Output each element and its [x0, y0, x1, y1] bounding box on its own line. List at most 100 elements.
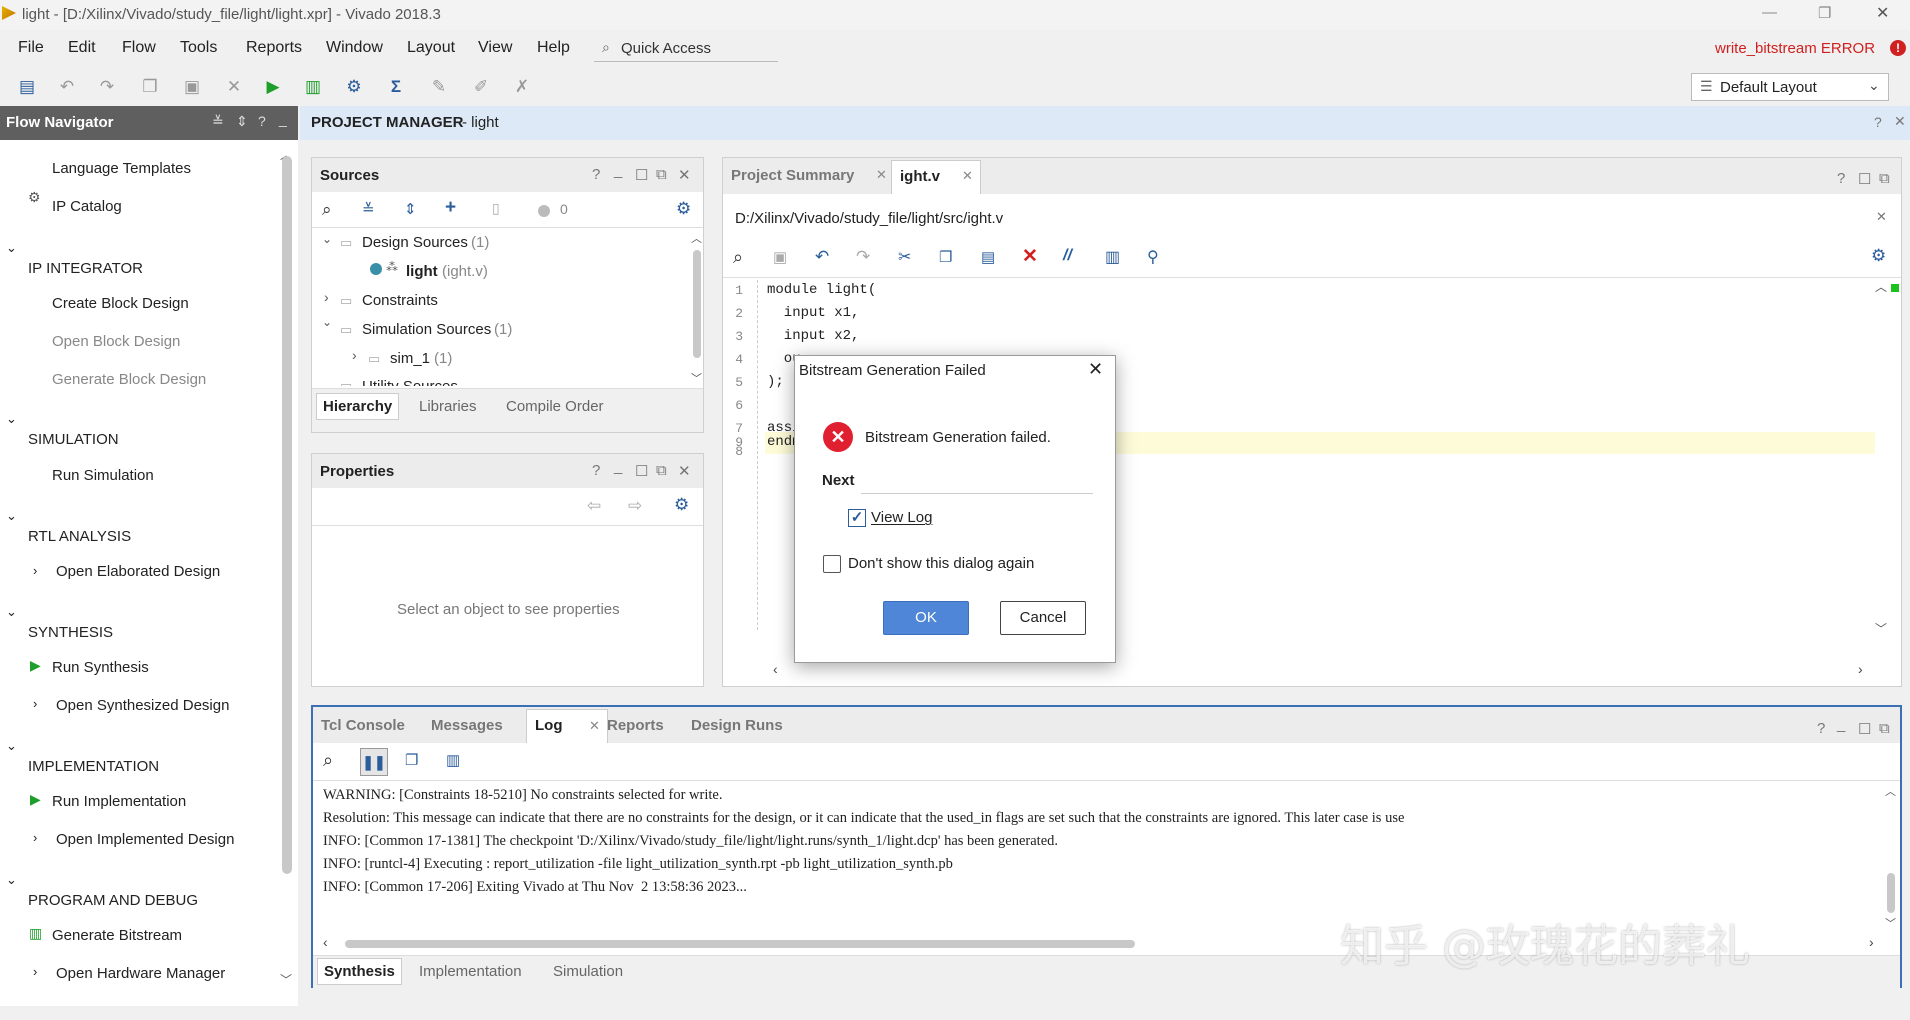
- maximize-icon[interactable]: ☐: [1858, 170, 1871, 188]
- scroll-thumb[interactable]: [1887, 873, 1895, 913]
- redo-icon[interactable]: ↷: [96, 76, 118, 98]
- dont-show-checkbox[interactable]: [823, 555, 841, 573]
- tree-sim-1[interactable]: sim_1: [390, 350, 430, 367]
- cut-icon[interactable]: ✂: [898, 247, 911, 267]
- tab-ight-v[interactable]: ight.v: [900, 168, 940, 185]
- collapse-all-icon[interactable]: ≚: [362, 200, 375, 218]
- close-path-icon[interactable]: ✕: [1876, 209, 1887, 225]
- tab-messages[interactable]: Messages: [431, 717, 503, 734]
- tree-utility-sources[interactable]: Utility Sources: [362, 378, 458, 386]
- scroll-up-icon[interactable]: ︿: [691, 230, 702, 246]
- nav-create-block-design[interactable]: Create Block Design: [52, 295, 189, 312]
- maximize-icon[interactable]: ☐: [635, 166, 648, 184]
- flow-navigator-scrollbar[interactable]: ︿ ﹀: [280, 146, 292, 996]
- nav-open-elaborated-design[interactable]: Open Elaborated Design: [56, 563, 220, 580]
- tab-project-summary[interactable]: Project Summary: [731, 167, 854, 184]
- chevron-right-icon[interactable]: ›: [324, 289, 329, 305]
- scroll-down-icon[interactable]: ﹀: [1885, 915, 1896, 931]
- help-icon[interactable]: ?: [592, 166, 600, 183]
- expand-all-icon[interactable]: ⇕: [404, 200, 417, 218]
- layout-select[interactable]: ☰ Default Layout ⌄: [1691, 73, 1889, 101]
- chevron-right-icon[interactable]: ›: [33, 964, 37, 979]
- add-icon[interactable]: +: [445, 197, 456, 219]
- help-icon[interactable]: ?: [258, 113, 266, 129]
- chevron-down-icon[interactable]: ⌄: [322, 232, 332, 246]
- disabled-tool-icon-3[interactable]: ✗: [511, 76, 533, 98]
- close-icon[interactable]: ✕: [1894, 113, 1906, 130]
- nav-section-rtl-analysis[interactable]: RTL ANALYSIS: [28, 528, 131, 545]
- tree-simulation-sources[interactable]: Simulation Sources: [362, 321, 491, 338]
- nav-language-templates[interactable]: Language Templates: [52, 160, 191, 177]
- nav-section-program-and-debug[interactable]: PROGRAM AND DEBUG: [28, 892, 198, 909]
- tab-log[interactable]: Log: [535, 717, 563, 734]
- close-icon[interactable]: ✕: [678, 462, 691, 480]
- columns-icon[interactable]: ▥: [1105, 247, 1120, 267]
- minimize-icon[interactable]: _: [279, 111, 287, 127]
- scroll-thumb[interactable]: [282, 156, 292, 874]
- editor-hscrollbar[interactable]: ‹ ›: [773, 661, 1873, 678]
- chevron-down-icon[interactable]: ⌄: [322, 315, 332, 329]
- open-project-icon[interactable]: ▤: [16, 76, 38, 98]
- settings-icon[interactable]: ⚙: [674, 495, 689, 515]
- help-icon[interactable]: ?: [1874, 114, 1882, 130]
- search-icon[interactable]: ⌕: [733, 247, 743, 268]
- menu-tools[interactable]: Tools: [180, 39, 217, 57]
- menu-help[interactable]: Help: [537, 39, 570, 57]
- minimize-icon[interactable]: _: [1837, 716, 1845, 733]
- close-tab-icon[interactable]: ✕: [962, 168, 973, 184]
- close-window-button[interactable]: ✕: [1876, 3, 1889, 23]
- close-tab-icon[interactable]: ✕: [589, 718, 600, 734]
- tab-log-container[interactable]: Log ✕: [526, 709, 608, 743]
- nav-section-synthesis[interactable]: SYNTHESIS: [28, 624, 113, 641]
- restore-button[interactable]: ❐: [1818, 4, 1831, 22]
- quick-access-box[interactable]: ⌕ Quick Access: [594, 38, 778, 62]
- run-icon[interactable]: ▶: [262, 76, 284, 98]
- nav-open-implemented-design[interactable]: Open Implemented Design: [56, 831, 234, 848]
- tab-libraries[interactable]: Libraries: [419, 398, 477, 415]
- chevron-down-icon[interactable]: ⌄: [6, 604, 17, 620]
- maximize-icon[interactable]: ☐: [635, 462, 648, 480]
- sources-scrollbar[interactable]: ︿ ﹀: [691, 232, 703, 386]
- scroll-right-icon[interactable]: ›: [1869, 934, 1874, 950]
- ok-button[interactable]: OK: [883, 601, 969, 635]
- tree-light-module[interactable]: light: [406, 263, 438, 280]
- copy-icon[interactable]: ❐: [405, 751, 418, 769]
- menu-flow[interactable]: Flow: [122, 39, 156, 57]
- chevron-right-icon[interactable]: ›: [33, 563, 37, 578]
- close-icon[interactable]: ✕: [678, 166, 691, 184]
- program-device-icon[interactable]: ▥: [302, 76, 324, 98]
- menu-window[interactable]: Window: [326, 39, 383, 57]
- search-icon[interactable]: ⌕: [322, 200, 332, 220]
- maximize-icon[interactable]: ☐: [1858, 720, 1871, 738]
- float-icon[interactable]: ⧉: [1879, 720, 1890, 737]
- chevron-right-icon[interactable]: ›: [33, 696, 37, 711]
- nav-open-block-design[interactable]: Open Block Design: [52, 333, 180, 350]
- float-icon[interactable]: ⧉: [656, 462, 667, 479]
- menu-view[interactable]: View: [478, 39, 512, 57]
- tab-compile-order[interactable]: Compile Order: [506, 398, 604, 415]
- scroll-up-icon[interactable]: ︿: [1885, 783, 1896, 799]
- float-icon[interactable]: ⧉: [1879, 170, 1890, 187]
- scroll-down-icon[interactable]: ﹀: [691, 370, 702, 386]
- view-log-label[interactable]: View Log: [871, 509, 932, 526]
- dont-show-label[interactable]: Don't show this dialog again: [848, 555, 1034, 572]
- help-icon[interactable]: ?: [592, 462, 600, 479]
- nav-section-simulation[interactable]: SIMULATION: [28, 431, 119, 448]
- tab-design-runs[interactable]: Design Runs: [691, 717, 783, 734]
- chevron-down-icon[interactable]: ⌄: [6, 872, 17, 888]
- sigma-icon[interactable]: Σ: [385, 76, 407, 98]
- menu-layout[interactable]: Layout: [407, 39, 455, 57]
- forward-arrow-icon[interactable]: ⇨: [628, 496, 642, 516]
- back-arrow-icon[interactable]: ⇦: [587, 496, 601, 516]
- scroll-up-icon[interactable]: ︿: [1875, 278, 1887, 295]
- scroll-right-icon[interactable]: ›: [1858, 661, 1863, 677]
- minimize-icon[interactable]: _: [614, 162, 622, 179]
- settings-icon[interactable]: ⚙: [676, 199, 691, 219]
- paste-icon[interactable]: ▤: [981, 248, 995, 266]
- nav-generate-block-design[interactable]: Generate Block Design: [52, 371, 206, 388]
- paste-icon[interactable]: ▣: [181, 76, 203, 98]
- chevron-down-icon[interactable]: ⌄: [6, 738, 17, 754]
- minimize-icon[interactable]: _: [614, 458, 622, 475]
- save-icon[interactable]: ▣: [773, 248, 787, 266]
- menu-reports[interactable]: Reports: [246, 39, 302, 57]
